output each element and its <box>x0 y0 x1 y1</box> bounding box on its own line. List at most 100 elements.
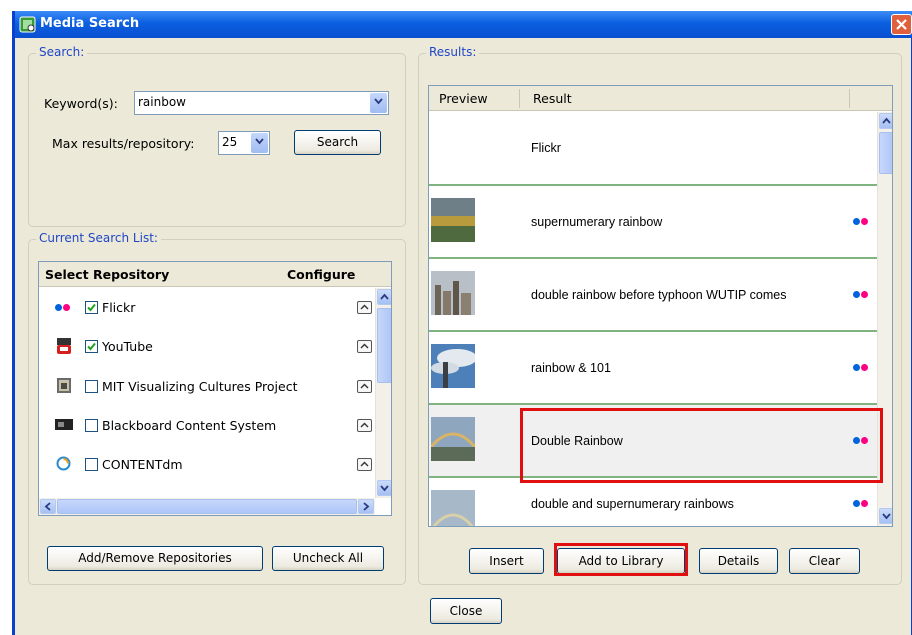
repository-row-contentdm: CONTENTdm <box>51 456 372 478</box>
checkmark-icon <box>87 342 96 351</box>
mit-checkbox[interactable] <box>85 380 98 393</box>
search-list-group: Current Search List: Select Repository C… <box>28 231 406 585</box>
repository-label: MIT Visualizing Cultures Project <box>102 379 298 394</box>
column-divider <box>849 89 850 108</box>
chevron-down-icon <box>255 138 264 145</box>
result-title: rainbow & 101 <box>531 361 611 375</box>
flickr-icon <box>853 364 869 372</box>
chevron-up-icon <box>360 461 369 467</box>
close-button[interactable]: Close <box>430 598 502 624</box>
chevron-right-icon <box>363 502 370 511</box>
max-results-combo[interactable]: 25 <box>218 131 270 155</box>
scroll-left-button[interactable] <box>40 499 56 514</box>
scroll-right-button[interactable] <box>358 499 374 514</box>
flickr-checkbox[interactable] <box>85 301 98 314</box>
window-title: Media Search <box>40 16 140 31</box>
repository-list-hscrollbar[interactable] <box>39 498 375 515</box>
chevron-up-icon <box>360 422 369 428</box>
configure-button-contentdm[interactable] <box>357 458 372 471</box>
result-row[interactable]: supernumerary rainbow <box>429 186 881 259</box>
title-bar[interactable]: Media Search <box>15 11 912 38</box>
details-button-label: Details <box>717 554 760 568</box>
flickr-icon <box>853 500 869 508</box>
results-list-header: Preview Result <box>429 86 892 111</box>
results-group-label: Results: <box>426 45 480 59</box>
result-row[interactable]: rainbow & 101 <box>429 332 881 405</box>
result-thumbnail <box>431 344 475 388</box>
max-results-dropdown-button[interactable] <box>251 133 268 153</box>
scroll-up-button[interactable] <box>879 113 892 129</box>
repository-label: Flickr <box>102 300 136 315</box>
flickr-icon <box>55 304 71 312</box>
configure-button-blackboard[interactable] <box>357 419 372 432</box>
search-list-group-label: Current Search List: <box>36 231 161 245</box>
close-button-label: Close <box>449 604 483 618</box>
keyword-value: rainbow <box>138 95 186 109</box>
result-thumbnail <box>431 198 475 242</box>
close-window-button[interactable] <box>891 14 912 35</box>
uncheck-all-button[interactable]: Uncheck All <box>272 546 384 571</box>
results-group: Results: Preview Result Flickr supernume… <box>418 45 902 585</box>
result-thumbnail <box>431 490 475 526</box>
contentdm-icon <box>56 456 71 471</box>
max-results-value: 25 <box>222 135 238 149</box>
add-remove-repositories-label: Add/Remove Repositories <box>78 551 232 565</box>
scroll-down-button[interactable] <box>377 480 391 496</box>
keyword-label: Keyword(s): <box>44 96 118 111</box>
add-remove-repositories-button[interactable]: Add/Remove Repositories <box>47 546 263 571</box>
result-row[interactable]: Flickr <box>429 112 881 186</box>
details-button[interactable]: Details <box>699 548 778 574</box>
add-to-library-highlight <box>554 543 688 576</box>
scroll-thumb[interactable] <box>57 499 357 514</box>
preview-column-header: Preview <box>439 91 488 106</box>
scroll-thumb[interactable] <box>879 132 892 174</box>
result-column-header: Result <box>533 91 572 106</box>
result-row[interactable]: double rainbow before typhoon WUTIP come… <box>429 259 881 332</box>
chevron-up-icon <box>882 117 891 124</box>
scroll-thumb[interactable] <box>377 308 391 383</box>
selected-result-highlight <box>520 408 883 483</box>
column-divider <box>519 89 520 108</box>
repository-list-header: Select Repository Configure <box>39 262 391 287</box>
result-row[interactable]: double and supernumerary rainbows <box>429 478 881 526</box>
search-button[interactable]: Search <box>294 130 381 155</box>
chevron-left-icon <box>44 502 51 511</box>
clear-button[interactable]: Clear <box>789 548 860 574</box>
chevron-down-icon <box>882 513 891 520</box>
contentdm-checkbox[interactable] <box>85 458 98 471</box>
mit-vc-icon <box>57 378 71 393</box>
max-results-label: Max results/repository: <box>52 136 195 151</box>
keyword-combo[interactable]: rainbow <box>134 91 389 115</box>
configure-button-mit[interactable] <box>357 380 372 393</box>
repository-list-vscrollbar[interactable] <box>375 288 391 498</box>
repository-row-mit: MIT Visualizing Cultures Project <box>51 378 372 400</box>
result-title: supernumerary rainbow <box>531 215 663 229</box>
configure-button-flickr[interactable] <box>357 301 372 314</box>
chevron-up-icon <box>360 343 369 349</box>
youtube-checkbox[interactable] <box>85 340 98 353</box>
blackboard-checkbox[interactable] <box>85 419 98 432</box>
result-title: double and supernumerary rainbows <box>531 497 734 511</box>
flickr-icon <box>853 291 869 299</box>
search-group: Search: Keyword(s): rainbow Max results/… <box>28 45 406 227</box>
checkmark-icon <box>87 303 96 312</box>
search-button-label: Search <box>316 135 359 149</box>
clear-button-label: Clear <box>808 554 841 568</box>
search-group-label: Search: <box>36 45 88 59</box>
chevron-down-icon <box>380 485 389 492</box>
select-repository-header: Select Repository <box>45 267 170 282</box>
repository-row-blackboard: Blackboard Content System <box>51 417 372 439</box>
repository-row-youtube: YouTube <box>51 338 372 360</box>
result-thumbnail <box>431 417 475 461</box>
result-title: double rainbow before typhoon WUTIP come… <box>531 288 787 302</box>
insert-button-label: Insert <box>489 554 524 568</box>
keyword-dropdown-button[interactable] <box>370 93 387 113</box>
blackboard-icon <box>55 419 73 430</box>
uncheck-all-label: Uncheck All <box>292 551 364 565</box>
repository-label: CONTENTdm <box>102 457 183 472</box>
scroll-up-button[interactable] <box>377 289 391 305</box>
configure-button-youtube[interactable] <box>357 340 372 353</box>
media-search-window: Media Search Search: Keyword(s): rainbow… <box>12 11 912 635</box>
scroll-down-button[interactable] <box>879 508 892 524</box>
insert-button[interactable]: Insert <box>469 548 544 574</box>
